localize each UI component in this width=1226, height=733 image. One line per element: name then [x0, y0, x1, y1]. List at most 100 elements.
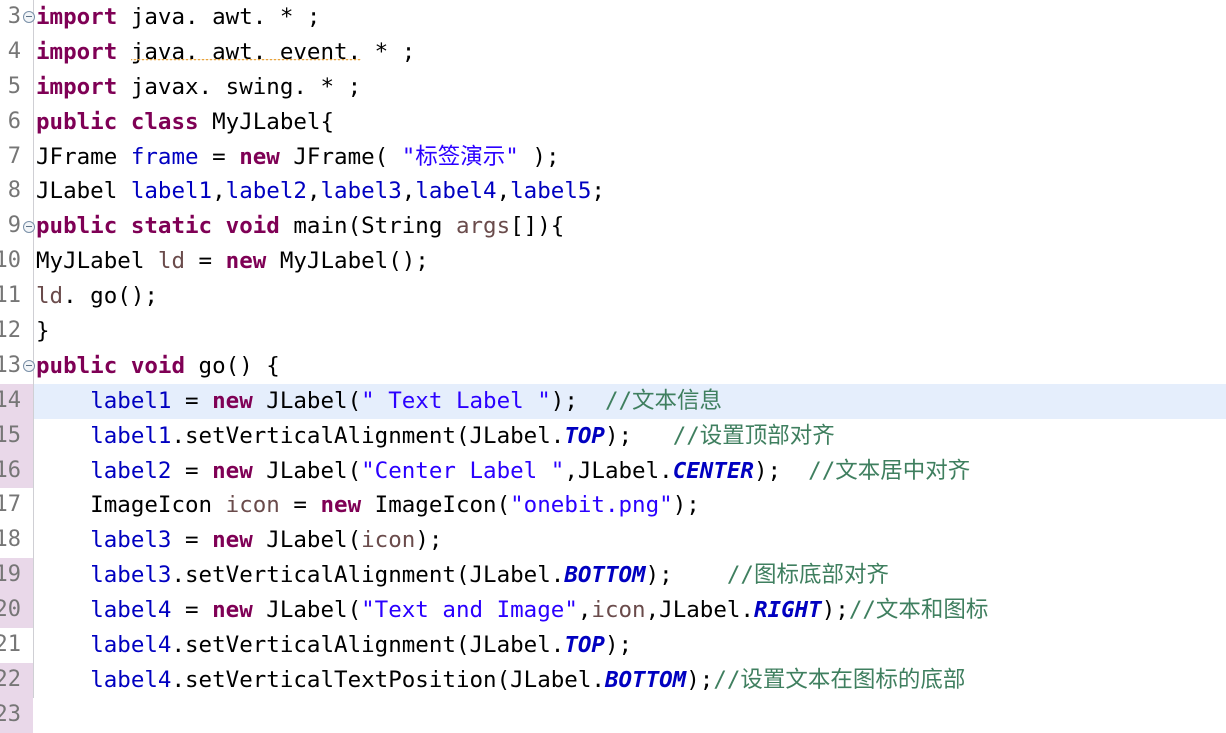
gutter-line-10[interactable]: 10	[0, 244, 33, 279]
code-line-18[interactable]: label3 = new JLabel(icon);	[34, 523, 1226, 558]
line-number: 18	[0, 523, 21, 558]
code-line-15[interactable]: label1.setVerticalAlignment(JLabel.TOP);…	[34, 419, 1226, 454]
gutter-line-12[interactable]: 12	[0, 314, 33, 349]
token-sconst: BOTTOM	[564, 562, 645, 588]
gutter-line-8[interactable]: 8	[0, 174, 33, 209]
collapse-minus-icon[interactable]	[23, 11, 35, 23]
token-kw: new	[212, 597, 253, 623]
code-line-3[interactable]: import java. awt. * ;	[34, 0, 1226, 35]
token-plain	[36, 597, 90, 623]
token-kw: public static void	[36, 213, 280, 239]
gutter-line-19[interactable]: 19	[0, 558, 33, 593]
gutter-line-20[interactable]: 20	[0, 593, 33, 628]
line-number: 9	[8, 209, 21, 244]
gutter-line-23[interactable]: 23	[0, 698, 33, 733]
code-editor[interactable]: 34567891011121314151617181920212223 impo…	[0, 0, 1226, 698]
code-line-13[interactable]: public void go() {	[34, 349, 1226, 384]
token-cmt: //图标底部对齐	[727, 562, 889, 588]
token-plain	[36, 562, 90, 588]
gutter-line-17[interactable]: 17	[0, 488, 33, 523]
line-number: 21	[0, 628, 21, 663]
code-line-17[interactable]: ImageIcon icon = new ImageIcon("onebit.p…	[34, 488, 1226, 523]
line-number: 12	[0, 314, 21, 349]
line-number: 3	[8, 0, 21, 35]
token-plain	[117, 39, 131, 65]
code-text-area[interactable]: import java. awt. * ;import java. awt. e…	[34, 0, 1226, 698]
token-cmt: //文本信息	[605, 388, 722, 414]
gutter-line-4[interactable]: 4	[0, 35, 33, 70]
token-cmt: //设置顶部对齐	[673, 423, 835, 449]
code-line-11[interactable]: ld. go();	[34, 279, 1226, 314]
code-line-16[interactable]: label2 = new JLabel("Center Label ",JLab…	[34, 454, 1226, 489]
token-plain: ImageIcon(	[361, 492, 510, 518]
code-line-12[interactable]: }	[34, 314, 1226, 349]
token-plain: ,JLabel.	[646, 597, 754, 623]
token-cmt: //设置文本在图标的底部	[713, 667, 965, 693]
line-number: 8	[8, 174, 21, 209]
token-loc: ld	[36, 283, 63, 309]
token-fld: label4	[415, 178, 496, 204]
token-plain: );	[754, 458, 808, 484]
code-line-21[interactable]: label4.setVerticalAlignment(JLabel.TOP);	[34, 628, 1226, 663]
code-line-4[interactable]: import java. awt. event. * ;	[34, 35, 1226, 70]
token-str: "onebit.png"	[510, 492, 673, 518]
gutter-line-6[interactable]: 6	[0, 105, 33, 140]
line-number: 10	[0, 244, 21, 279]
code-line-20[interactable]: label4 = new JLabel("Text and Image",ico…	[34, 593, 1226, 628]
code-line-7[interactable]: JFrame frame = new JFrame( "标签演示" );	[34, 140, 1226, 175]
gutter-line-5[interactable]: 5	[0, 70, 33, 105]
token-plain: . go();	[63, 283, 158, 309]
token-plain: ,JLabel.	[564, 458, 672, 484]
token-kw: new	[212, 388, 253, 414]
token-loc: icon	[591, 597, 645, 623]
token-loc: args	[456, 213, 510, 239]
token-plain: MyJLabel	[36, 248, 158, 274]
gutter-line-9[interactable]: 9	[0, 209, 33, 244]
token-plain: );	[646, 562, 727, 588]
gutter-line-21[interactable]: 21	[0, 628, 33, 663]
token-plain: JLabel(	[253, 458, 361, 484]
gutter-line-22[interactable]: 22	[0, 663, 33, 698]
line-number: 15	[0, 419, 21, 454]
token-cmt: //文本居中对齐	[808, 458, 970, 484]
editor-gutter[interactable]: 34567891011121314151617181920212223	[0, 0, 34, 698]
gutter-line-14[interactable]: 14	[0, 384, 33, 419]
code-line-19[interactable]: label3.setVerticalAlignment(JLabel.BOTTO…	[34, 558, 1226, 593]
gutter-line-15[interactable]: 15	[0, 419, 33, 454]
token-kw: new	[239, 144, 280, 170]
collapse-minus-icon[interactable]	[23, 360, 35, 372]
gutter-line-18[interactable]: 18	[0, 523, 33, 558]
token-kw: new	[226, 248, 267, 274]
token-plain: ,	[307, 178, 321, 204]
line-number: 5	[8, 70, 21, 105]
gutter-line-7[interactable]: 7	[0, 140, 33, 175]
token-plain: );	[415, 527, 442, 553]
token-sconst: RIGHT	[754, 597, 822, 623]
code-line-14[interactable]: label1 = new JLabel(" Text Label "); //文…	[34, 384, 1226, 419]
token-loc: icon	[361, 527, 415, 553]
token-fld: label2	[226, 178, 307, 204]
token-sconst: CENTER	[673, 458, 754, 484]
code-line-6[interactable]: public class MyJLabel{	[34, 105, 1226, 140]
token-plain: java. awt. * ;	[117, 4, 320, 30]
token-str: "Center Label "	[361, 458, 564, 484]
gutter-line-16[interactable]: 16	[0, 454, 33, 489]
line-number: 20	[0, 593, 21, 628]
code-line-10[interactable]: MyJLabel ld = new MyJLabel();	[34, 244, 1226, 279]
code-line-8[interactable]: JLabel label1,label2,label3,label4,label…	[34, 174, 1226, 209]
token-plain: ,	[497, 178, 511, 204]
gutter-line-3[interactable]: 3	[0, 0, 33, 35]
gutter-line-11[interactable]: 11	[0, 279, 33, 314]
collapse-minus-icon[interactable]	[23, 221, 35, 233]
token-kw: public void	[36, 353, 185, 379]
code-line-5[interactable]: import javax. swing. * ;	[34, 70, 1226, 105]
token-plain: );	[822, 597, 849, 623]
token-str: "Text and Image"	[361, 597, 578, 623]
code-line-9[interactable]: public static void main(String args[]){	[34, 209, 1226, 244]
code-line-22[interactable]: label4.setVerticalTextPosition(JLabel.BO…	[34, 663, 1226, 698]
gutter-line-13[interactable]: 13	[0, 349, 33, 384]
line-number: 23	[0, 698, 21, 733]
token-plain: go() {	[185, 353, 280, 379]
token-plain: .setVerticalTextPosition(JLabel.	[171, 667, 604, 693]
token-sconst: TOP	[564, 632, 605, 658]
